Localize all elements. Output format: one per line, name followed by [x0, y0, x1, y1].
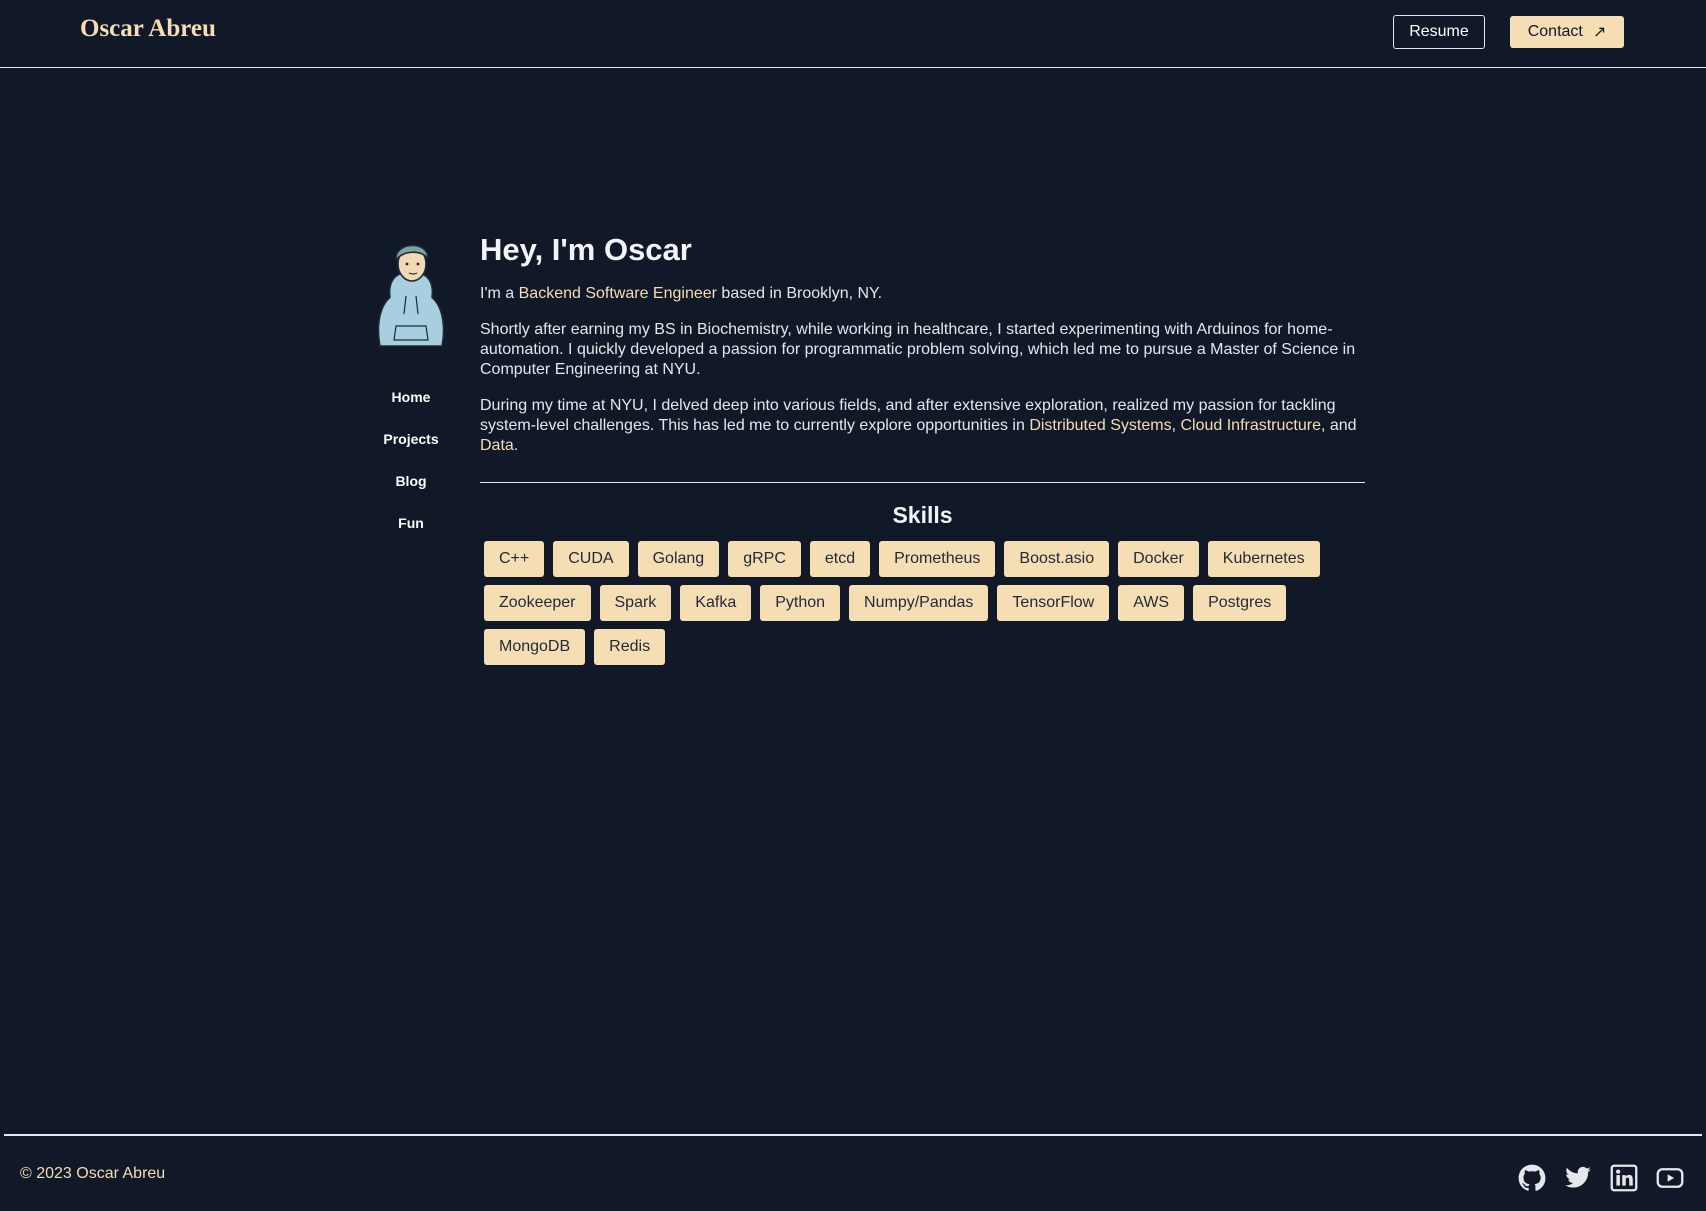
skill-chip: Python — [760, 585, 841, 621]
skills-list: C++ CUDA Golang gRPC etcd Prometheus Boo… — [480, 541, 1360, 665]
page: Oscar Abreu Resume Contact ↗ Home Projec… — [0, 0, 1706, 1211]
interests-end: . — [513, 437, 519, 454]
nav-item-fun[interactable]: Fun — [360, 512, 462, 554]
skill-chip: Redis — [594, 629, 666, 665]
intro-prefix: I'm a — [480, 285, 519, 302]
github-icon[interactable] — [1518, 1164, 1546, 1192]
external-link-icon: ↗ — [1592, 24, 1607, 41]
skill-chip: Postgres — [1193, 585, 1287, 621]
page-title: Hey, I'm Oscar — [480, 232, 692, 267]
background-paragraph: Shortly after earning my BS in Biochemis… — [480, 321, 1356, 378]
interest-cloud-infrastructure[interactable]: Cloud Infrastructure — [1180, 417, 1321, 434]
top-nav-bar: Oscar Abreu Resume Contact ↗ — [0, 0, 1706, 68]
youtube-icon[interactable] — [1656, 1164, 1684, 1192]
skill-chip: Numpy/Pandas — [849, 585, 989, 621]
resume-button[interactable]: Resume — [1393, 15, 1485, 49]
skill-chip: Boost.asio — [1004, 541, 1110, 577]
skill-chip: Kafka — [680, 585, 752, 621]
nav-item-blog[interactable]: Blog — [360, 470, 462, 512]
role-highlight: Backend Software Engineer — [518, 285, 717, 302]
nav-item-projects[interactable]: Projects — [360, 428, 462, 470]
contact-button[interactable]: Contact ↗ — [1510, 16, 1624, 48]
side-nav: Home Projects Blog Fun — [360, 386, 462, 554]
intro-suffix: based in Brooklyn, NY. — [716, 285, 883, 302]
skill-chip: TensorFlow — [997, 585, 1110, 621]
skill-chip: Kubernetes — [1207, 541, 1320, 577]
skill-chip: Prometheus — [879, 541, 996, 577]
skill-chip: MongoDB — [484, 629, 586, 665]
interests-paragraph: During my time at NYU, I delved deep int… — [480, 396, 1365, 456]
skill-chip: Docker — [1118, 541, 1199, 577]
skill-chip: CUDA — [553, 541, 629, 577]
skill-chip: Golang — [637, 541, 720, 577]
skill-chip: gRPC — [728, 541, 801, 577]
resume-button-label: Resume — [1409, 23, 1469, 40]
section-divider — [480, 482, 1365, 483]
interest-distributed-systems[interactable]: Distributed Systems — [1029, 417, 1171, 434]
main-content: Hey, I'm Oscar I'm a Backend Software En… — [480, 228, 1365, 665]
social-links — [1518, 1164, 1684, 1192]
skill-chip: etcd — [809, 541, 871, 577]
skill-chip: Zookeeper — [484, 585, 591, 621]
intro-paragraph: I'm a Backend Software Engineer based in… — [480, 284, 1365, 304]
copyright-text: © 2023 Oscar Abreu — [20, 1165, 166, 1182]
skill-chip: C++ — [484, 541, 545, 577]
linkedin-icon[interactable] — [1610, 1164, 1638, 1192]
twitter-icon[interactable] — [1564, 1164, 1592, 1192]
nav-item-home[interactable]: Home — [360, 386, 462, 428]
skills-heading: Skills — [892, 502, 953, 528]
footer-divider — [4, 1134, 1702, 1136]
interests-separator-2: , and — [1320, 417, 1357, 434]
skill-chip: Spark — [599, 585, 672, 621]
avatar — [377, 244, 445, 347]
contact-button-label: Contact — [1527, 23, 1583, 40]
site-brand[interactable]: Oscar Abreu — [80, 15, 216, 43]
skill-chip: AWS — [1118, 585, 1185, 621]
interest-data[interactable]: Data — [480, 437, 514, 454]
